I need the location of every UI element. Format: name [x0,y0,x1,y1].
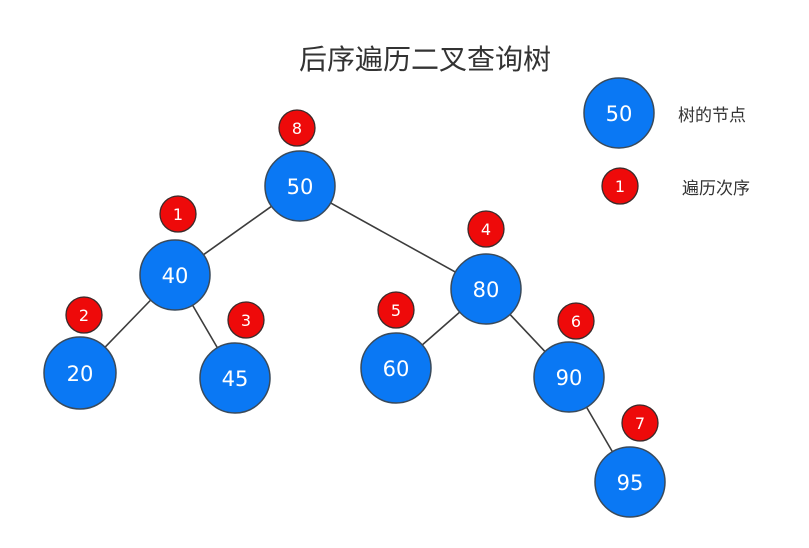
tree-node-20: 20 [43,336,117,410]
tree-node-value: 90 [556,366,583,390]
tree-edge-n80-n90 [509,313,546,353]
tree-node-value: 95 [617,471,644,495]
tree-edge-n50-n80 [330,202,456,273]
order-badge-number: 1 [173,205,183,224]
legend-order-sample: 1 [601,167,639,205]
order-badge-5: 5 [377,291,415,329]
order-badge-6: 6 [557,302,595,340]
order-badge-number: 3 [241,311,251,330]
tree-edge-n40-n20 [104,299,152,348]
tree-edge-n50-n40 [203,205,272,256]
tree-node-value: 20 [67,362,94,386]
tree-edge-n40-n45 [191,304,219,349]
tree-node-value: 60 [383,357,410,381]
tree-node-value: 50 [287,175,314,199]
tree-node-40: 40 [139,239,211,311]
order-badge-number: 2 [79,306,89,325]
tree-node-50: 50 [264,150,336,222]
order-badge-8: 8 [278,109,316,147]
legend-shapes: 50 1 [583,77,655,205]
order-badge-number: 5 [391,301,401,320]
order-badge-number: 4 [481,220,491,239]
tree-node-45: 45 [199,342,271,414]
tree-node-value: 80 [473,278,500,302]
legend-node-label: 树的节点 [678,106,746,126]
tree-node-value: 40 [162,264,189,288]
tree-diagram: 50 40 80 20 45 60 90 95 8 1 4 2 3 5 6 7 50 1 [43,77,666,518]
tree-node-80: 80 [450,253,522,325]
order-badge-number: 7 [635,414,645,433]
legend-node-value: 50 [606,102,633,126]
order-badge-7: 7 [621,404,659,442]
diagram-canvas: 后序遍历二叉查询树 50 40 80 20 45 60 90 95 81423567 50 1 … [0,0,809,548]
order-badge-number: 6 [571,312,581,331]
order-badge-3: 3 [227,301,265,339]
tree-node-value: 45 [222,367,249,391]
tree-node-95: 95 [594,446,666,518]
order-badge-2: 2 [65,296,103,334]
order-badge-1: 1 [159,195,197,233]
legend-node-sample: 50 [583,77,655,149]
order-badge-number: 8 [292,119,302,138]
tree-node-60: 60 [360,332,432,404]
order-badge-4: 4 [467,210,505,248]
tree-node-90: 90 [533,341,605,413]
legend-order-label: 遍历次序 [682,179,750,199]
tree-edge-n80-n60 [421,311,461,346]
tree-edge-n90-n95 [585,406,614,453]
legend-order-value: 1 [615,177,625,196]
